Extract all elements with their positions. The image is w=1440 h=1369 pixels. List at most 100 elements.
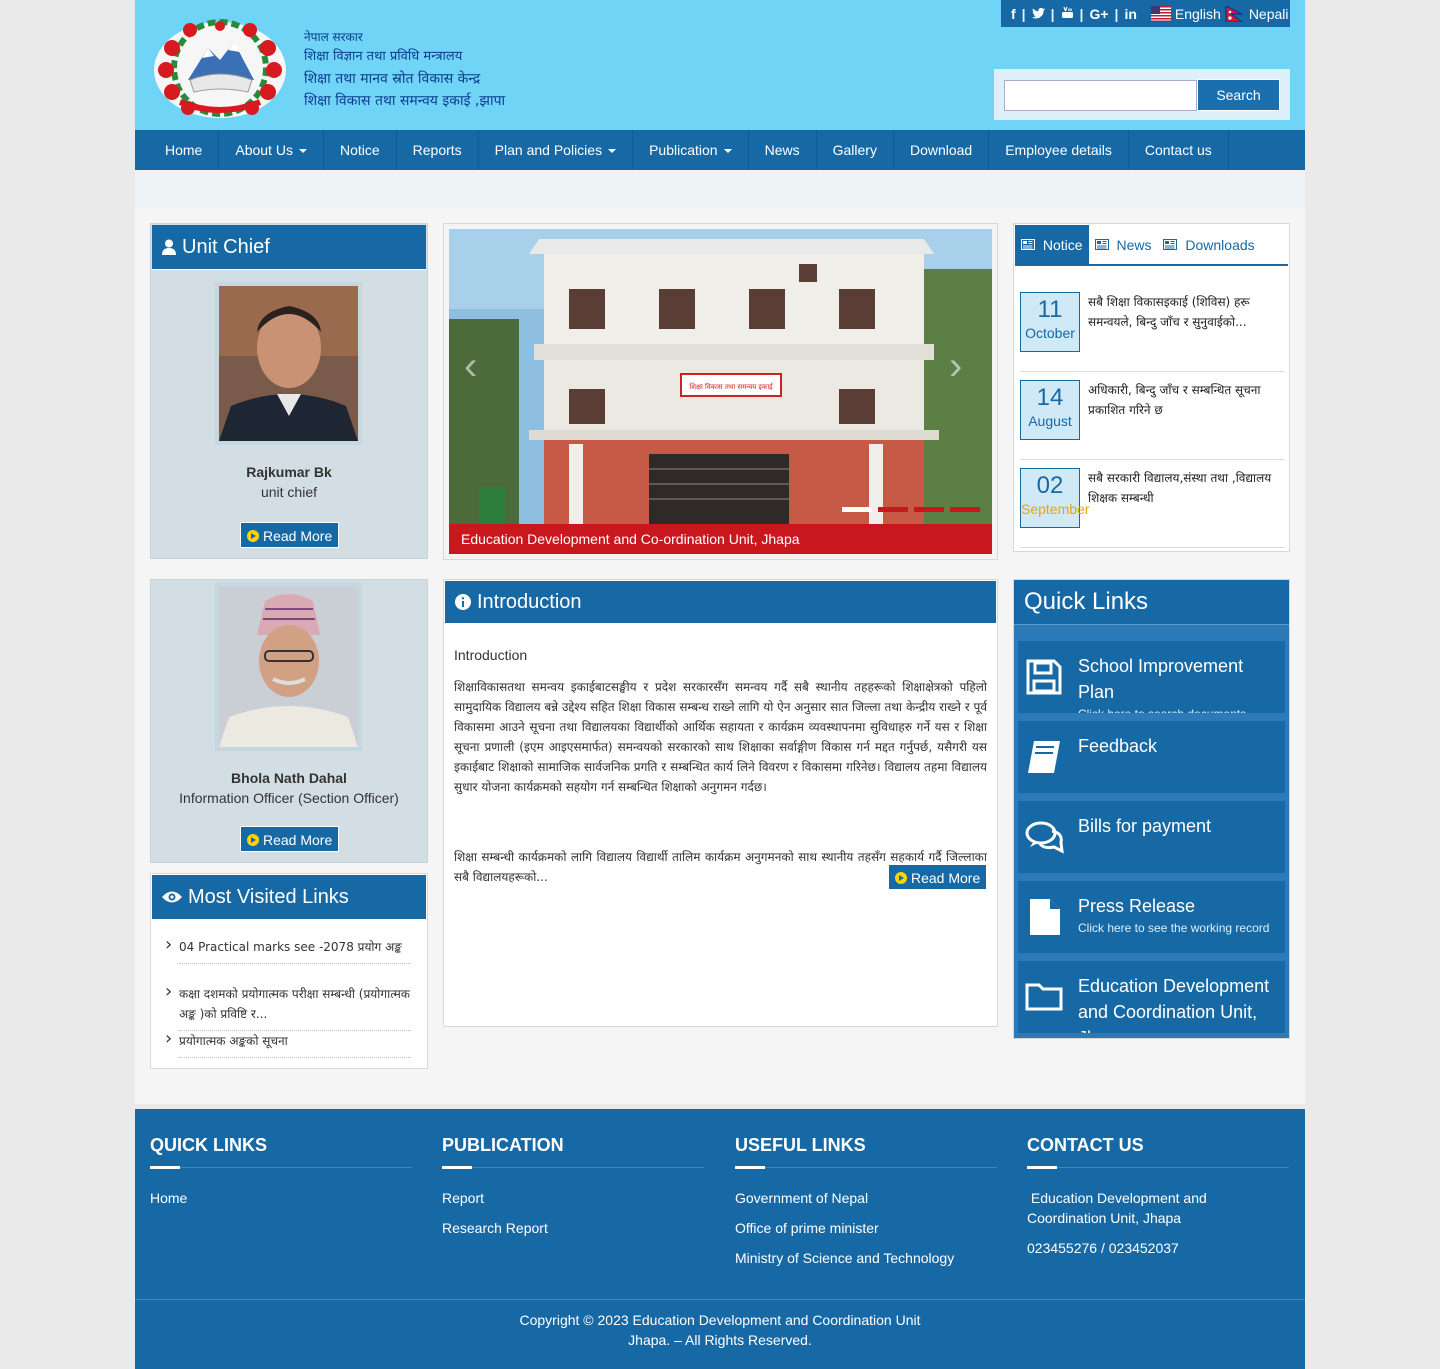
nav-item-reports[interactable]: Reports [397,130,479,170]
nav-item-home[interactable]: Home [149,130,220,170]
unit-chief-position: unit chief [260,484,318,500]
footer-useful-link[interactable]: Ministry of Science and Technology [735,1248,997,1268]
building-sign-text: शिक्षा विकास तथा समन्वय इकाई [689,382,773,391]
read-more-label: Read More [263,832,333,848]
unit-chief-heading: Unit Chief [182,235,270,258]
nav-item-publication[interactable]: Publication [633,130,749,170]
quick-link-bills-for-payment[interactable]: Bills for payment [1018,801,1285,873]
most-visited-link[interactable]: प्रयोगात्मक अङ्कको सूचना [165,1029,411,1058]
notice-text[interactable]: सबै सरकारी विद्यालय,संस्था तथा ,विद्यालय… [1088,468,1288,508]
quick-link-press-release[interactable]: Press Release Click here to see the worki… [1018,881,1285,953]
unit-chief-photo [215,282,362,445]
slider-dot[interactable] [950,507,980,512]
search-input[interactable] [1004,80,1197,111]
info-officer-name: Bhola Nath Dahal [231,770,347,786]
notice-text[interactable]: अधिकारी, बिन्दु जाँच र सम्बन्धित सूचना प… [1088,380,1288,420]
slider-caption: Education Development and Co-ordination … [449,524,992,554]
nav-item-employee-details[interactable]: Employee details [989,130,1129,170]
site-header: नेपाल सरकार शिक्षा विज्ञान तथा प्रविधि म… [135,0,1305,130]
introduction-panel: Introduction Introduction शिक्षाविकासतथा… [443,579,998,1027]
footer-publication-link[interactable]: Research Report [442,1218,704,1238]
most-visited-heading: Most Visited Links [188,885,349,908]
most-visited-panel: Most Visited Links 04 Practical marks se… [150,873,428,1069]
footer-quick-link[interactable]: Home [150,1188,412,1208]
eye-icon [162,891,182,903]
nav-item-plan-and-policies[interactable]: Plan and Policies [479,130,634,170]
copyright-line-1: Copyright © 2023 Education Development a… [519,1312,921,1328]
info-circle-icon [455,594,471,610]
notice-text[interactable]: सबै शिक्षा विकासइकाई (शिविस) हरू समन्वयल… [1088,292,1288,332]
quick-link-education-development-and-coordination-unit-jhapa[interactable]: Education Development and Coordination U… [1018,961,1285,1033]
google-plus-icon[interactable]: G+ [1089,6,1108,22]
introduction-heading: Introduction [477,590,582,613]
notice-month: October [1025,325,1075,341]
notice-item[interactable]: 02 September सबै सरकारी विद्यालय,संस्था तथ… [1020,468,1285,548]
read-more-label: Read More [911,870,981,886]
slider-dot[interactable] [878,507,908,512]
slider-dot[interactable] [914,507,944,512]
quick-link-feedback[interactable]: Feedback [1018,721,1285,793]
image-slider: शिक्षा विकास तथा समन्वय इकाई ‹ › Educati… [443,223,998,560]
caret-down-icon [298,149,307,154]
nepal-emblem-logo[interactable] [150,18,290,120]
twitter-icon[interactable] [1031,6,1045,22]
nav-item-contact-us[interactable]: Contact us [1129,130,1229,170]
nav-item-label: Download [909,142,973,158]
nav-item-download[interactable]: Download [894,130,990,170]
footer-publication-link[interactable]: Report [442,1188,704,1208]
quick-link-school-improvement-plan[interactable]: School Improvement Plan Click here to sea… [1018,641,1285,713]
footer-publication: PUBLICATION Report Research Report [442,1135,704,1238]
slider-prev-arrow[interactable]: ‹ [464,344,477,389]
lang-nepali-link[interactable]: Nepali [1225,5,1289,22]
book-icon [1024,737,1064,777]
nav-item-label: Gallery [832,142,877,158]
slider-dot[interactable] [842,507,872,512]
copyright-line-2: Jhapa. – All Rights Reserved. [628,1332,812,1348]
nav-item-about-us[interactable]: About Us [219,130,324,170]
tab-notice[interactable]: Notice [1015,225,1089,264]
linkedin-icon[interactable]: in [1124,6,1136,22]
notice-item[interactable]: 11 October सबै शिक्षा विकासइकाई (शिविस) हर… [1020,292,1285,372]
top-social-bar: f | | | G+ | in English Nepali [1001,0,1290,27]
copyright: Copyright © 2023 Education Development a… [135,1299,1305,1350]
user-icon [162,239,176,255]
footer-contact-phone: 023455276 / 023452037 [1027,1240,1179,1256]
unit-chief-read-more-button[interactable]: Read More [240,522,340,548]
slider-next-arrow[interactable]: › [949,344,962,389]
lang-english-link[interactable]: English [1150,5,1221,22]
notice-month: September [1021,501,1090,517]
quick-link-title: Bills for payment [1078,816,1212,836]
lang-nepali-label: Nepali [1248,5,1289,22]
notice-date: 14 August [1020,380,1080,440]
tab-downloads[interactable]: Downloads [1157,225,1260,264]
most-visited-link[interactable]: कक्षा दशमको प्रयोगात्मक परीक्षा सम्बन्धी… [165,982,411,1031]
most-visited-link[interactable]: 04 Practical marks see -2078 प्रयोग अङ्क [165,935,411,964]
notice-date: 02 September [1020,468,1090,528]
play-circle-icon [247,834,259,846]
tab-news[interactable]: News [1089,225,1158,264]
site-footer: QUICK LINKS Home PUBLICATION Report Resea… [135,1109,1305,1369]
search-button[interactable]: Search [1197,79,1280,111]
nav-item-label: About Us [235,142,293,158]
nav-item-notice[interactable]: Notice [324,130,397,170]
introduction-read-more-button[interactable]: Read More [888,864,988,890]
main-content: Unit Chief Rajkumar Bk unit chief Read M… [135,208,1305,1104]
notice-day: 14 [1036,384,1064,411]
notice-item[interactable]: 14 August अधिकारी, बिन्दु जाँच र सम्बन्धित… [1020,380,1285,460]
nav-item-news[interactable]: News [749,130,817,170]
youtube-icon[interactable] [1061,6,1074,22]
lang-english-label: English [1174,5,1221,22]
nav-item-label: Notice [339,142,380,158]
facebook-icon[interactable]: f [1011,6,1016,22]
quick-link-title: School Improvement Plan [1078,656,1244,702]
footer-publication-heading: PUBLICATION [442,1135,704,1169]
quick-link-subtitle: Click here to see the working record [1078,921,1270,935]
play-circle-icon [895,872,907,884]
footer-useful-link[interactable]: Government of Nepal [735,1188,997,1208]
nav-item-gallery[interactable]: Gallery [817,130,894,170]
footer-useful-link[interactable]: Office of prime minister [735,1218,997,1238]
quick-link-title: Education Development and Coordination U… [1078,976,1270,1033]
tab-label: Notice [1042,237,1083,253]
save-icon [1024,657,1064,697]
info-officer-read-more-button[interactable]: Read More [240,826,340,852]
